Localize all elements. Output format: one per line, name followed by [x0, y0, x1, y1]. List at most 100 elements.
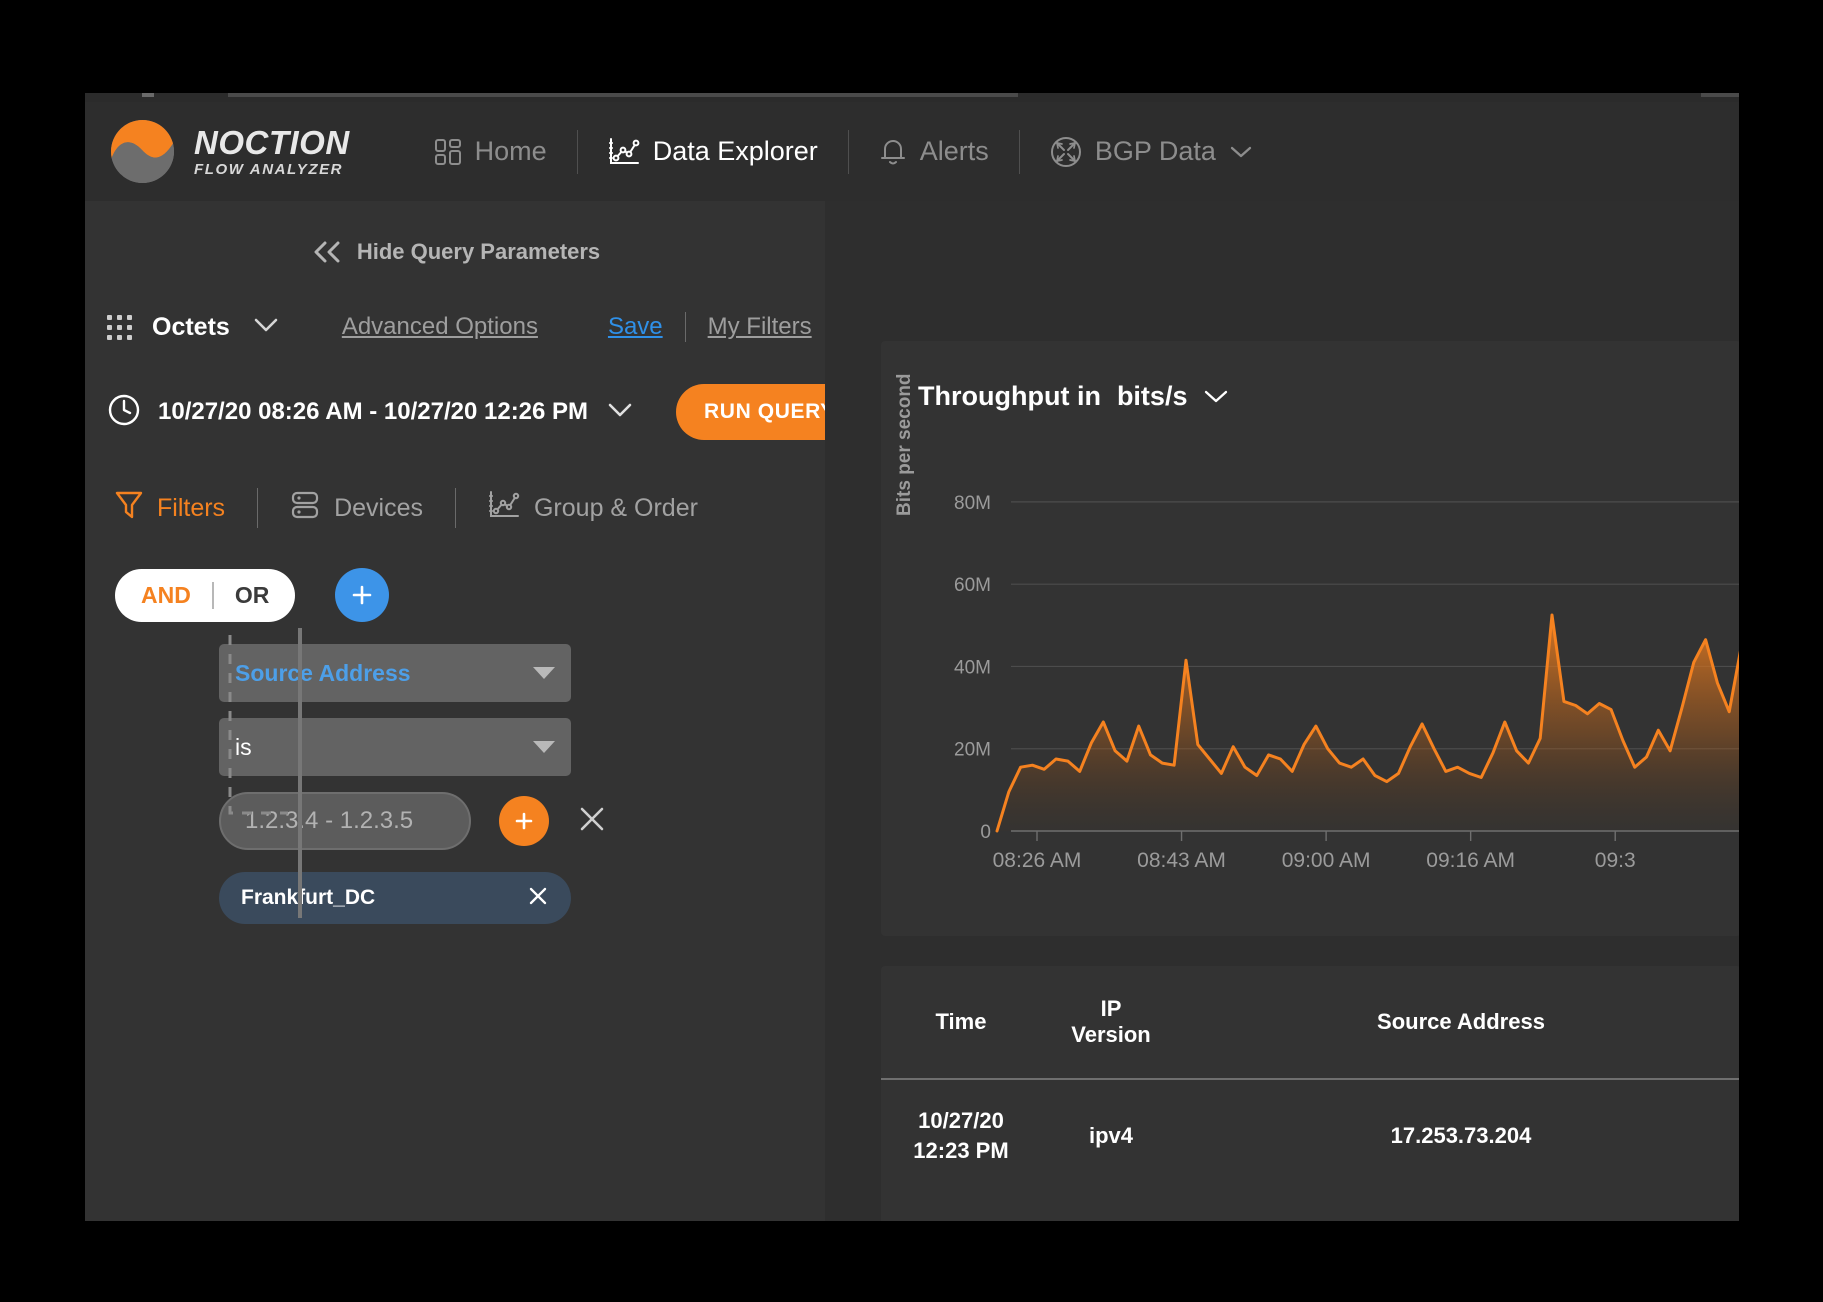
metric-label[interactable]: Octets [152, 313, 230, 342]
nav-divider [576, 129, 578, 174]
and-or-toggle[interactable]: AND OR [115, 568, 296, 622]
time-range-value[interactable]: 10/27/20 08:26 AM - 10/27/20 12:26 PM [158, 398, 588, 426]
table-header-row: Time IP Version Source Address [881, 966, 1739, 1080]
svg-text:09:3: 09:3 [1595, 849, 1636, 872]
bell-icon [879, 137, 907, 167]
close-icon[interactable] [527, 885, 549, 912]
chart-gridlines [1011, 501, 1739, 750]
flow-records-table: Time IP Version Source Address 10/27/20 … [881, 966, 1739, 1191]
filter-group-rail [298, 628, 302, 918]
hide-query-parameters-button[interactable]: Hide Query Parameters [85, 239, 825, 265]
nav-label-bgp-data: BGP Data [1094, 136, 1216, 166]
tab-devices[interactable]: Devices [290, 490, 423, 527]
logic-or-option[interactable]: OR [235, 582, 270, 609]
link-divider [684, 312, 686, 342]
table-header-version: Version [1071, 1022, 1151, 1047]
nav-divider [1018, 129, 1020, 174]
svg-text:0: 0 [980, 822, 991, 843]
drag-dots-icon[interactable] [107, 314, 132, 340]
app-header: NOCTION FLOW ANALYZER Home Data Explorer… [85, 102, 1739, 201]
chart-title[interactable]: Throughput in bits/s [918, 381, 1229, 412]
nav-divider [847, 129, 849, 174]
filter-bracket-guide [226, 635, 298, 820]
query-parameters-panel: Hide Query Parameters Octets Advanced Op… [85, 201, 863, 1221]
svg-text:09:00 AM: 09:00 AM [1282, 849, 1371, 872]
nav-item-bgp-data[interactable]: BGP Data [1028, 122, 1275, 182]
filter-value-row [219, 792, 825, 850]
add-filter-group-button[interactable] [335, 568, 390, 622]
flow-records-table-card: Time IP Version Source Address 10/27/20 … [881, 966, 1739, 1221]
brand-logo[interactable]: NOCTION FLOW ANALYZER [111, 120, 350, 183]
advanced-options-link[interactable]: Advanced Options [342, 313, 538, 341]
filter-row: Source Address is 1.2.3.4 - 1.2.3.5 Fran… [219, 644, 825, 924]
scrollbar-thumb-right[interactable] [1701, 93, 1739, 97]
filter-value-chip[interactable]: Frankfurt_DC [219, 872, 571, 924]
filter-chip-label: Frankfurt_DC [241, 886, 376, 909]
nav-item-alerts[interactable]: Alerts [857, 122, 1011, 182]
line-chart-icon [608, 137, 640, 167]
chevron-down-icon [1229, 144, 1253, 160]
svg-text:08:26 AM: 08:26 AM [993, 849, 1082, 872]
chevron-double-left-icon [310, 240, 344, 264]
nav-item-home[interactable]: Home [412, 122, 569, 182]
logic-row: AND OR [115, 568, 825, 622]
tab-group-and-order[interactable]: Group & Order [488, 490, 698, 527]
remove-filter-button[interactable] [577, 804, 607, 839]
cell-time-clock: 12:23 PM [913, 1137, 1009, 1163]
my-filters-link[interactable]: My Filters [708, 313, 812, 341]
brand-text: NOCTION FLOW ANALYZER [194, 126, 350, 177]
tab-label-devices: Devices [334, 493, 423, 522]
brand-subtitle: FLOW ANALYZER [194, 161, 344, 178]
clock-icon [107, 393, 141, 432]
nav-label-home: Home [474, 136, 547, 166]
svg-text:08:43 AM: 08:43 AM [1137, 849, 1226, 872]
filters-body: AND OR Source Address is 1.2.3.4 - 1.2.3… [85, 568, 825, 924]
svg-text:60M: 60M [954, 575, 991, 596]
main-nav: Home Data Explorer Alerts BGP Data [412, 102, 1275, 201]
chevron-down-icon [533, 667, 555, 679]
cell-ip-version: ipv4 [1088, 1122, 1134, 1148]
table-row[interactable]: 10/27/20 12:23 PM ipv4 17.253.73.204 [881, 1079, 1739, 1191]
server-rack-icon [290, 490, 320, 527]
tab-divider [454, 488, 456, 528]
scrollbar-thumb-main[interactable] [228, 93, 1018, 97]
cell-time: 10/27/20 12:23 PM [881, 1079, 1041, 1191]
chart-svg: 0 20M 40M 60M 80M 08:26 AM 08:43 AM 09:00 AM 09… [954, 493, 1739, 872]
tab-divider [257, 488, 259, 528]
brand-title: NOCTION [194, 124, 350, 161]
cell-source-address: 17.253.73.204 [1390, 1122, 1532, 1148]
save-link[interactable]: Save [608, 313, 663, 341]
chevron-down-icon[interactable] [1203, 381, 1229, 412]
svg-text:20M: 20M [954, 740, 991, 761]
nav-label-data-explorer: Data Explorer [652, 136, 818, 166]
tab-label-group-and-order: Group & Order [533, 493, 698, 522]
line-chart-icon [488, 490, 520, 527]
chevron-down-icon [533, 741, 555, 753]
cell-time-date: 10/27/20 [918, 1108, 1004, 1133]
chevron-down-icon[interactable] [606, 401, 634, 424]
nav-item-data-explorer[interactable]: Data Explorer [586, 122, 840, 182]
nav-label-alerts: Alerts [919, 136, 989, 166]
table-header-ip-version[interactable]: IP Version [1041, 966, 1181, 1080]
table-header-source-address[interactable]: Source Address [1181, 966, 1739, 1080]
chevron-down-icon[interactable] [252, 316, 280, 339]
chart-unit-value: bits/s [1116, 381, 1188, 411]
tab-filters[interactable]: Filters [115, 490, 225, 527]
top-scrollbar[interactable] [85, 93, 1739, 102]
chart-y-ticks: 0 20M 40M 60M 80M [954, 493, 991, 843]
svg-text:40M: 40M [954, 657, 991, 678]
scrollbar-thumb-left[interactable] [142, 93, 154, 97]
tab-label-filters: Filters [157, 493, 226, 522]
table-header-ip: IP [1100, 996, 1122, 1021]
chart-title-prefix: Throughput in [918, 381, 1101, 411]
hide-query-parameters-label: Hide Query Parameters [356, 239, 601, 264]
metric-row: Octets Advanced Options Save My Filters [85, 312, 825, 342]
table-header-time[interactable]: Time [881, 966, 1041, 1080]
logic-and-option[interactable]: AND [141, 582, 191, 609]
bgp-circle-icon [1050, 136, 1082, 168]
svg-text:80M: 80M [954, 493, 991, 514]
add-filter-value-button[interactable] [499, 796, 549, 846]
app-window: NOCTION FLOW ANALYZER Home Data Explorer… [85, 93, 1739, 1221]
svg-text:09:16 AM: 09:16 AM [1426, 849, 1515, 872]
logic-divider [211, 581, 214, 609]
